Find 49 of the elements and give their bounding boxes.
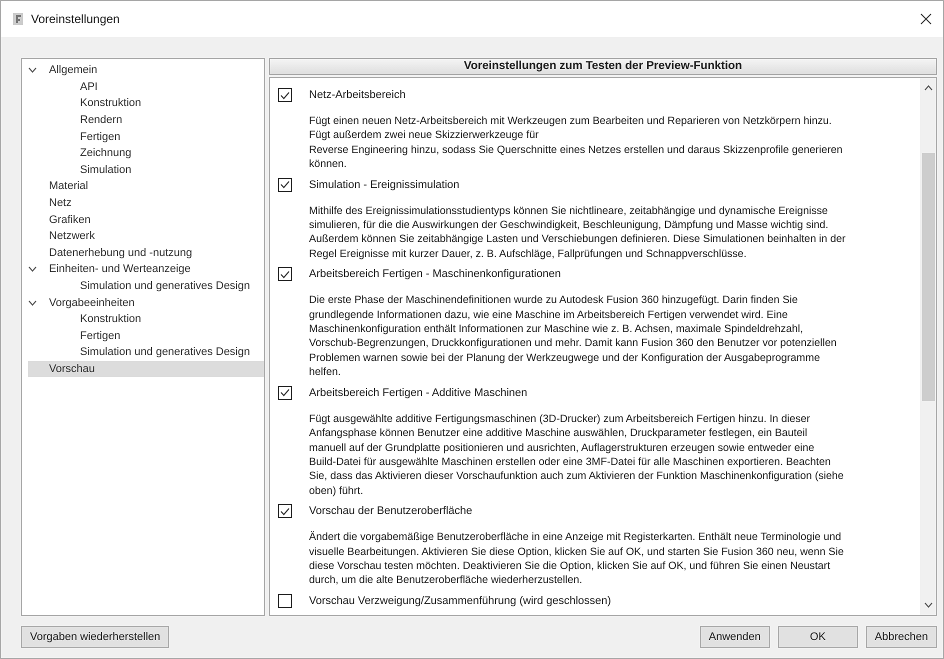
tree-item[interactable]: API xyxy=(28,78,264,96)
option-description: Mithilfe des Ereignissimulationsstudientyps können Sie nichtlineare, zeitabhängige und dynamische Ereignisse simulieren, für die die Auswirkungen der Geschwindigkeit, Beschleunigung, Dämpfung und Masse wichtig sind. Außerdem können Sie zeitabhängige Lasten und Verschiebungen definieren. Diese Simulationen beinhalten in der Regel Ereignisse mit kurzer Dauer, z. B. Aufschläge, Fallprüfungen und Schnappverschlüsse. xyxy=(309,204,847,262)
tree-item[interactable]: Konstruktion xyxy=(28,95,264,112)
tree-item[interactable]: Grafiken xyxy=(28,211,264,228)
dialog-button[interactable]: OK xyxy=(778,626,858,648)
tree-item[interactable]: Vorschau xyxy=(28,360,264,378)
scroll-down-icon[interactable] xyxy=(924,602,932,608)
collapse-icon[interactable] xyxy=(28,266,37,272)
option-label: Arbeitsbereich Fertigen - Additive Maschinen xyxy=(309,386,528,399)
tree-item[interactable]: Simulation und generatives Design xyxy=(28,344,264,361)
option-label: Netz-Arbeitsbereich xyxy=(309,89,406,101)
tree-item[interactable]: Fertigen xyxy=(28,328,264,344)
restore-defaults-button[interactable]: Vorgaben wiederherstellen xyxy=(21,626,170,648)
dialog-button[interactable]: Anwenden xyxy=(700,626,770,648)
collapse-icon[interactable] xyxy=(28,300,37,306)
scrollbar[interactable] xyxy=(920,78,936,615)
option-label: Simulation - Ereignissimulation xyxy=(309,178,460,191)
collapse-icon[interactable] xyxy=(28,67,37,74)
checkbox[interactable] xyxy=(278,594,292,608)
tree-item[interactable]: Konstruktion xyxy=(28,310,264,328)
tree-item[interactable]: Einheiten- und Werteanzeige xyxy=(28,261,264,278)
option-label: Vorschau der Benutzeroberfläche xyxy=(309,505,472,518)
option-label: Arbeitsbereich Fertigen - Maschinenkonfigurationen xyxy=(309,268,561,280)
tree-item[interactable]: Simulation und generatives Design xyxy=(28,278,264,294)
option-description: Fügt ausgewählte additive Fertigungsmaschinen (3D-Drucker) zum Arbeitsbereich Fertigen hinzu. In dieser Anfangsphase können Benutzer eine additive Maschine auswählen, Druckparameter festlegen, ein Bauteil manuell auf der Grundplatte positionieren und ausrichten, Auflagerstrukturen erzeugen sowie entweder eine Build-Datei für ausgewählte Maschinen erstellen oder eine 3MF-Datei für alle Maschinen exportieren. Beachten Sie, dass das Aktivieren dieser Vorschaufunktion auch zum Aktivieren der Funktion Maschinenkonfiguration (siehe oben) führt. xyxy=(309,412,845,498)
option-description: Die erste Phase der Maschinendefinitionen wurde zu Autodesk Fusion 360 hinzugefügt. Darin finden Sie grundlegende Informationen dazu, wie eine Maschine im Arbeitsbereich Fertigen verwendet wird. Eine Maschinenkonfiguration enthält Informationen zur Maschine wie z. B. Achsen, maximale Spindeldrehzahl, Vorschub-Begrenzungen, Druckkonfigurationen und mehr. Damit kann Fusion 360 den Benutzer vor potenziellen Problemen warnen sowie bei der Planung der Werkzeugwege und der Konfiguration der Ausgabeprogramme helfen. xyxy=(309,293,838,380)
checkbox[interactable] xyxy=(278,178,292,192)
option-label: Vorschau Verzweigung/Zusammenführung (wird geschlossen) xyxy=(309,594,612,607)
scroll-up-icon[interactable] xyxy=(924,85,932,91)
tree-item[interactable]: Allgemein xyxy=(28,62,264,79)
option-description: Fügt einen neuen Netz-Arbeitsbereich mit Werkzeugen zum Bearbeiten und Reparieren von Netzkörpern hinzu. Fügt außerdem zwei neue Skizzierwerkzeuge für Reverse Engineering hinzu, sodass Sie Querschnitte eines Netzes erstellen und daraus Skizzenprofile generieren können. xyxy=(309,114,844,172)
tree-item[interactable]: Material xyxy=(28,178,264,195)
tree-item[interactable]: Datenerhebung und -nutzung xyxy=(28,244,264,262)
checkbox[interactable] xyxy=(278,88,292,102)
tree-item[interactable]: Simulation xyxy=(28,162,264,178)
tree-item[interactable]: Fertigen xyxy=(28,128,264,145)
checkbox[interactable] xyxy=(278,504,292,518)
tree-item[interactable]: Rendern xyxy=(28,112,264,128)
app-icon xyxy=(13,13,23,25)
checkbox[interactable] xyxy=(278,386,292,400)
dialog-button[interactable]: Abbrechen xyxy=(866,626,937,648)
tree-item[interactable]: Netzwerk xyxy=(28,228,264,245)
tree-item[interactable]: Netz xyxy=(28,194,264,212)
tree-item[interactable]: Zeichnung xyxy=(28,144,264,162)
tree-item[interactable]: Vorgabeeinheiten xyxy=(28,294,264,311)
option-description: Ändert die vorgabemäßige Benutzeroberfläche in eine Anzeige mit Registerkarten. Enthält neue Terminologie und visuelle Bearbeitungen. Aktivieren Sie diese Option, klicken Sie auf OK, und starten Sie Fusion 360 neu, wenn Sie diese Vorschau testen möchten. Deaktivieren Sie die Option, klicken Sie auf OK, und führen Sie einen Neustart durch, um die alte Benutzeroberfläche wiederherzustellen. xyxy=(309,530,845,588)
panel-heading: Voreinstellungen zum Testen der Preview-Funktion xyxy=(269,58,937,75)
window-title: Voreinstellungen xyxy=(31,12,121,26)
checkbox[interactable] xyxy=(278,267,292,282)
